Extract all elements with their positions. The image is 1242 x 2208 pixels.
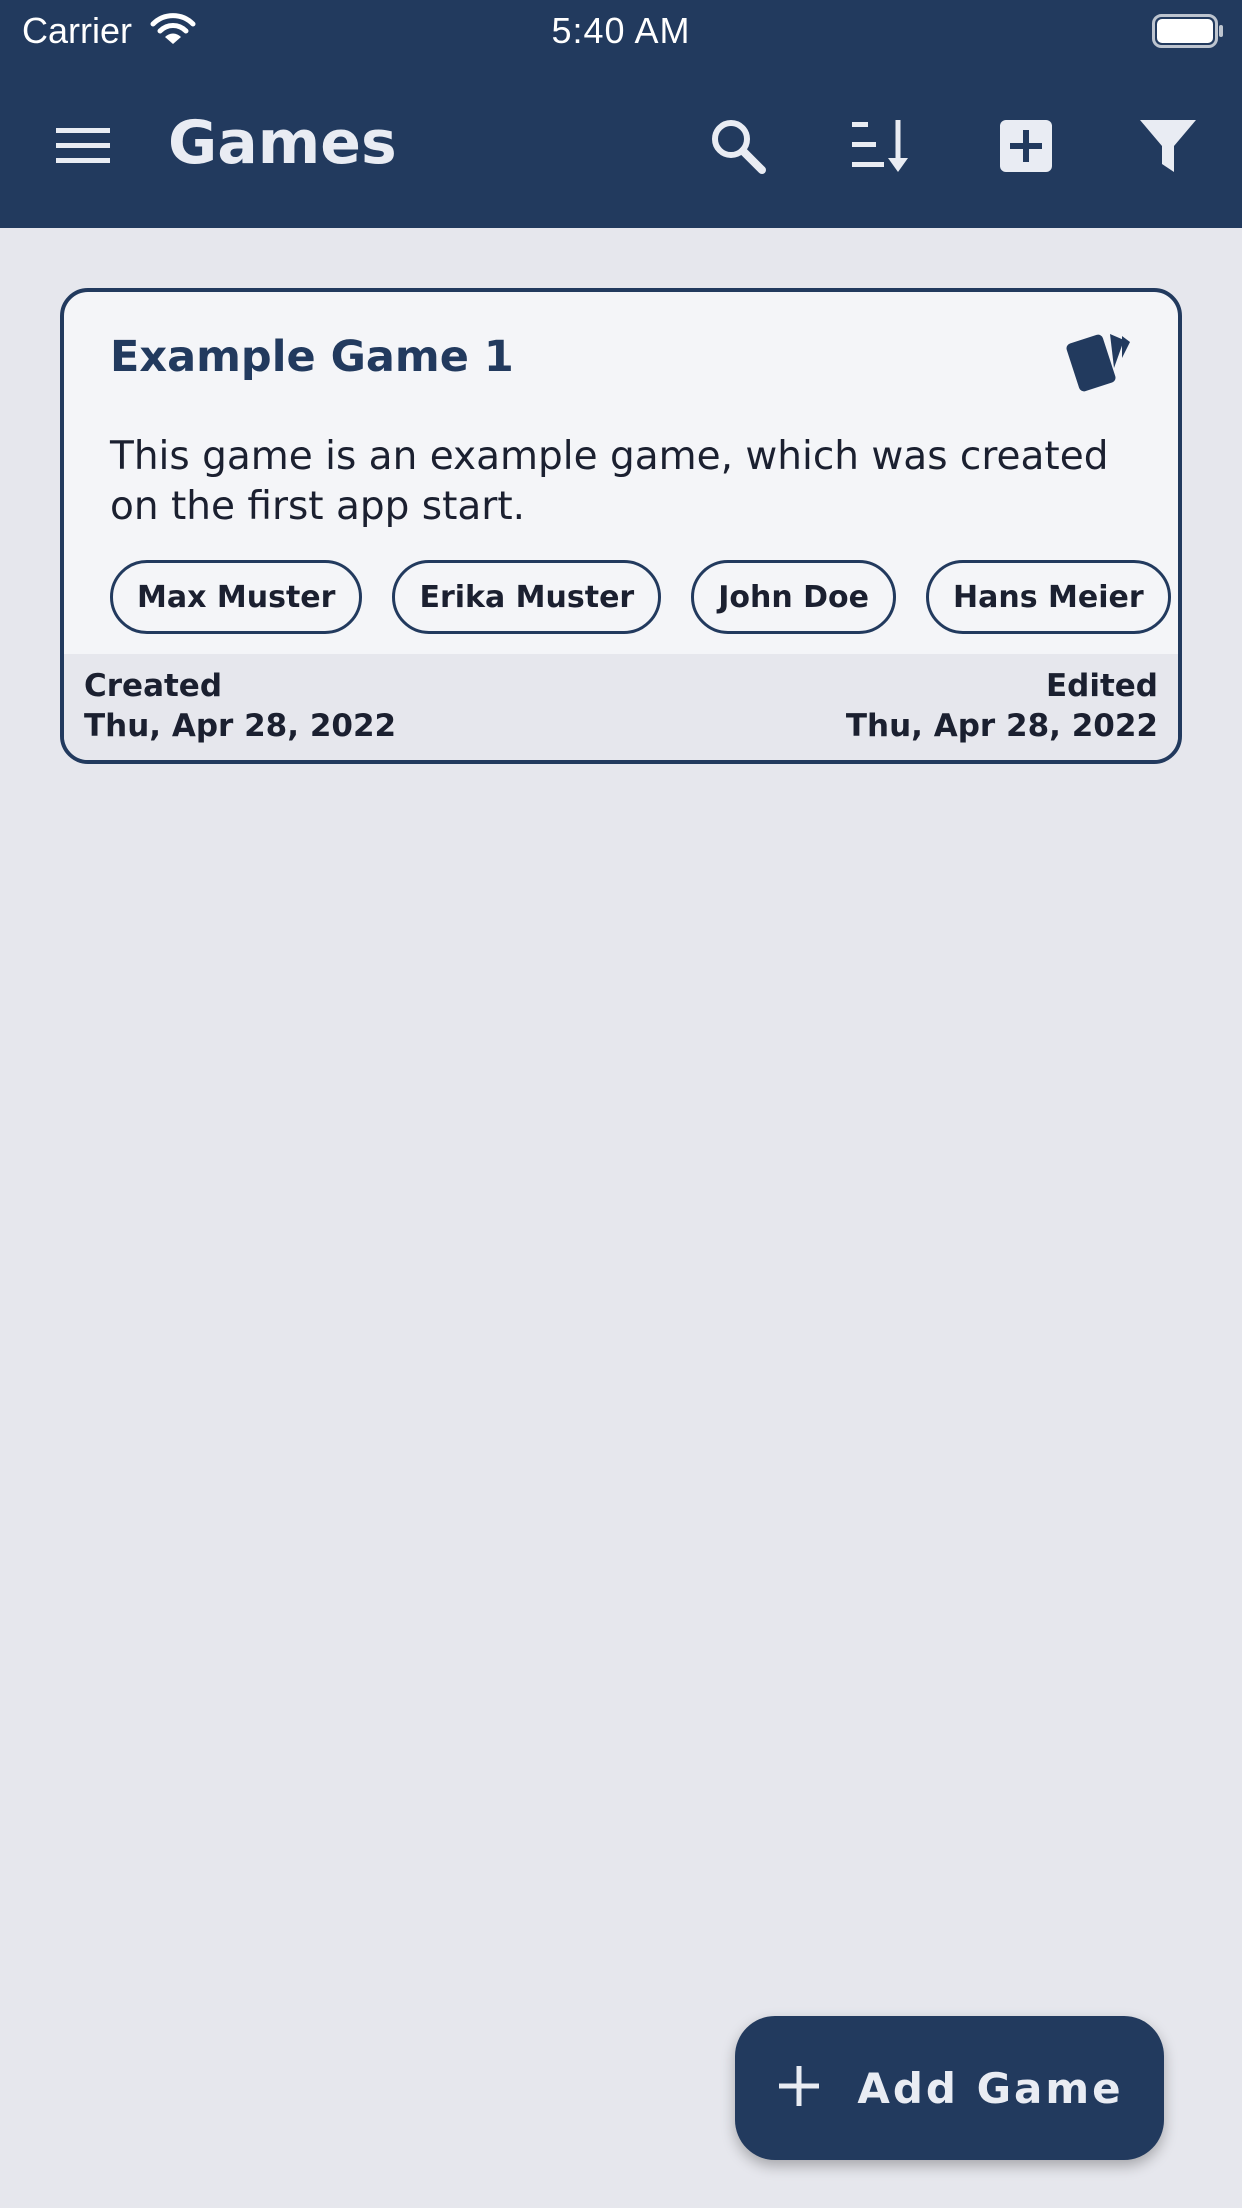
game-title: Example Game 1 bbox=[110, 332, 514, 382]
app-bar: Games bbox=[0, 64, 1242, 228]
top-bar: Carrier 5:40 AM Games bbox=[0, 0, 1242, 228]
game-card[interactable]: Example Game 1 This game is an example g… bbox=[60, 288, 1182, 764]
player-chip[interactable]: John Doe bbox=[691, 560, 897, 634]
add-game-button[interactable]: Add Game bbox=[735, 2016, 1164, 2160]
search-icon[interactable] bbox=[706, 114, 770, 178]
player-chip[interactable]: Erika Muster bbox=[392, 560, 662, 634]
edited-date: Thu, Apr 28, 2022 bbox=[845, 708, 1158, 744]
created-label: Created bbox=[84, 668, 223, 704]
player-chip[interactable]: Hans Meier bbox=[926, 560, 1171, 634]
created-date: Thu, Apr 28, 2022 bbox=[84, 708, 397, 744]
cards-icon bbox=[1064, 330, 1134, 396]
add-game-label: Add Game bbox=[857, 2063, 1124, 2113]
clock: 5:40 AM bbox=[551, 10, 691, 51]
edited-info: Edited Thu, Apr 28, 2022 bbox=[846, 666, 1158, 746]
page-title: Games bbox=[168, 108, 397, 178]
player-chips: Max Muster Erika Muster John Doe Hans Me… bbox=[110, 560, 1171, 634]
game-card-footer: Created Thu, Apr 28, 2022 Edited Thu, Ap… bbox=[64, 654, 1178, 760]
game-description: This game is an example game, which was … bbox=[110, 434, 1109, 529]
battery-icon bbox=[1152, 14, 1224, 52]
plus-icon bbox=[775, 2062, 823, 2114]
status-bar: Carrier 5:40 AM bbox=[0, 0, 1242, 64]
edited-label: Edited bbox=[1045, 668, 1158, 704]
filter-icon[interactable] bbox=[1136, 114, 1200, 178]
created-info: Created Thu, Apr 28, 2022 bbox=[84, 666, 396, 746]
player-chip[interactable]: Max Muster bbox=[110, 560, 363, 634]
add-box-icon[interactable] bbox=[994, 114, 1058, 178]
menu-icon[interactable] bbox=[54, 122, 112, 170]
sort-icon[interactable] bbox=[848, 114, 912, 178]
